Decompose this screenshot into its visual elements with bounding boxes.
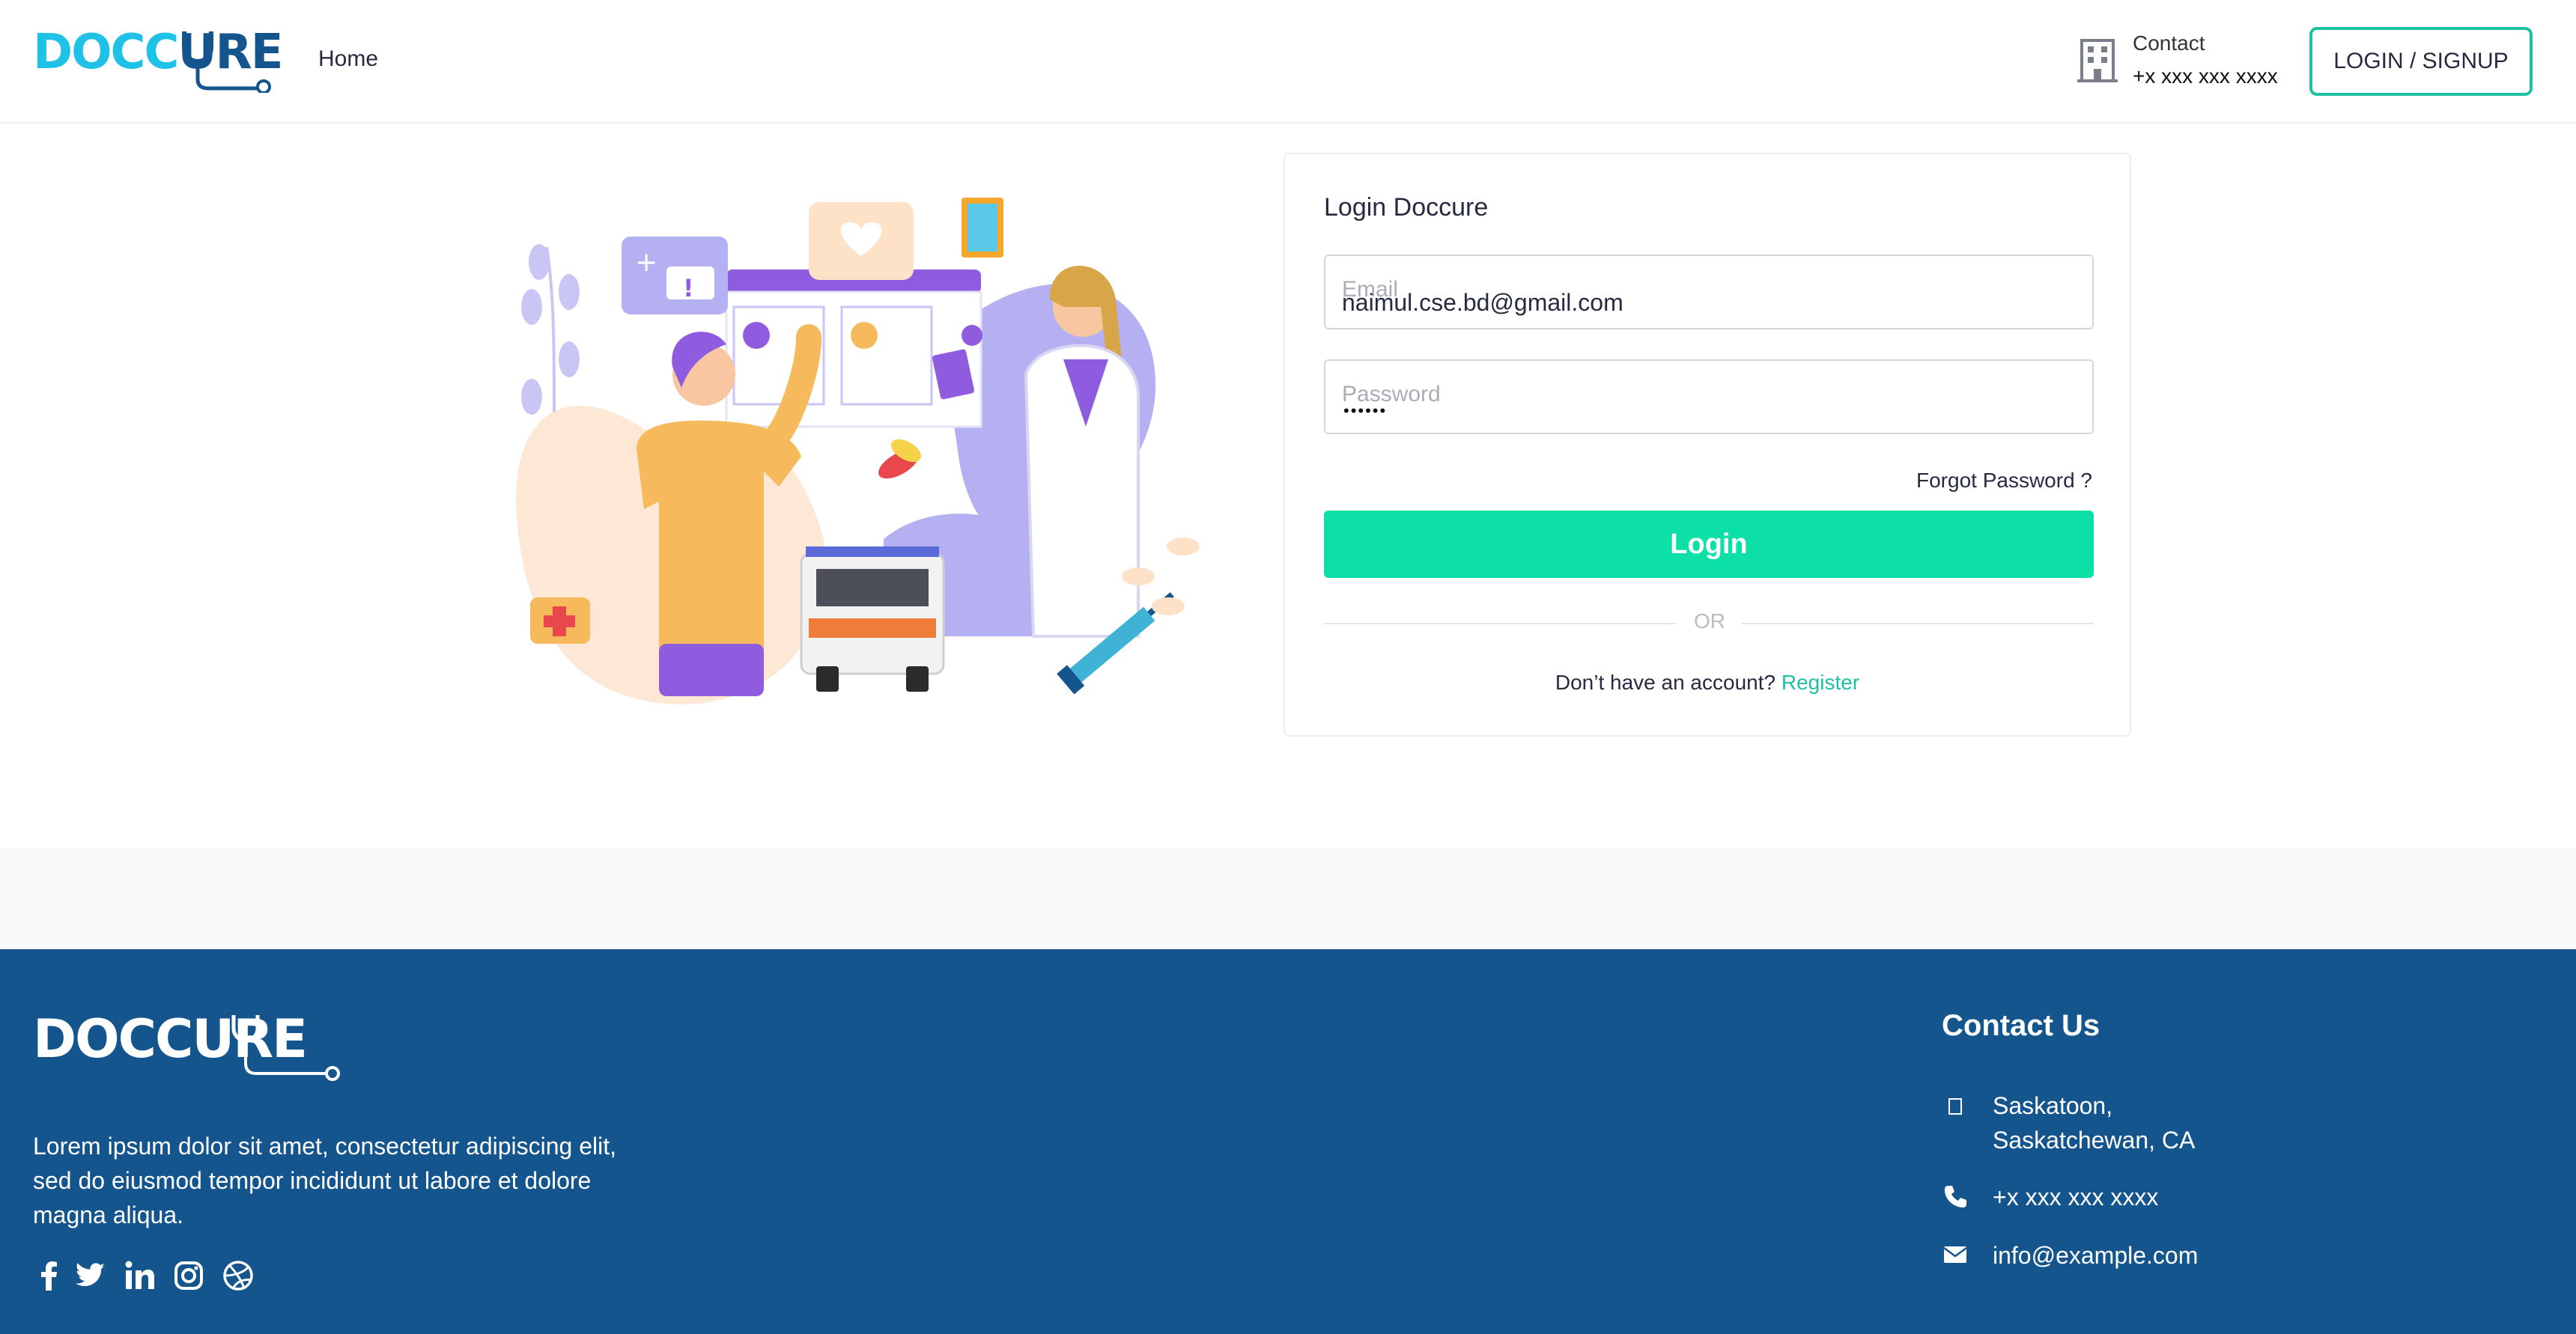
svg-text:!: ! <box>683 274 694 302</box>
svg-text:+: + <box>635 247 657 278</box>
email-value: naimul.cse.bd@gmail.com <box>1342 289 1623 316</box>
login-card: Login Doccure Email naimul.cse.bd@gmail.… <box>1284 153 2131 737</box>
dribbble-icon[interactable] <box>222 1259 255 1292</box>
footer-address: Saskatoon, Saskatchewan, CA <box>1993 1088 2195 1157</box>
site-footer: DOCCURE Lorem ipsum dolor sit amet, cons… <box>0 949 2576 1334</box>
password-field[interactable]: Password •••••• <box>1324 359 2094 434</box>
building-icon <box>2077 39 2118 82</box>
or-divider-text: OR <box>1694 609 1725 633</box>
twitter-icon[interactable] <box>73 1259 106 1292</box>
register-prompt: Don’t have an account? Register <box>1285 671 2130 695</box>
login-signup-button[interactable]: LOGIN / SIGNUP <box>2309 27 2533 96</box>
footer-email[interactable]: info@example.com <box>1993 1238 2198 1273</box>
footer-about-text: Lorem ipsum dolor sit amet, consectetur … <box>33 1133 617 1228</box>
password-masked-value: •••••• <box>1343 401 1388 420</box>
footer-address-line2: Saskatchewan, CA <box>1993 1127 2196 1154</box>
or-divider-right <box>1742 623 2094 624</box>
login-title: Login Doccure <box>1324 193 1489 222</box>
email-field[interactable]: Email naimul.cse.bd@gmail.com <box>1324 255 2094 329</box>
contact-label: Contact <box>2133 31 2205 55</box>
footer-phone: +x xxx xxx xxxx <box>1993 1184 2159 1210</box>
page-spacer <box>0 849 2576 949</box>
footer-logo[interactable]: DOCCURE <box>33 1006 347 1092</box>
instagram-icon[interactable] <box>172 1259 205 1292</box>
contact-phone: +x xxx xxx xxxx <box>2133 64 2278 88</box>
no-account-text: Don’t have an account? <box>1555 671 1776 694</box>
nav-home-link[interactable]: Home <box>318 46 378 72</box>
login-illustration: + ! <box>516 198 1200 704</box>
contact-us-heading: Contact Us <box>1942 1009 2100 1042</box>
login-button[interactable]: Login <box>1324 511 2094 578</box>
envelope-icon <box>1943 1246 1967 1263</box>
or-divider-left <box>1324 623 1676 624</box>
facebook-icon[interactable] <box>33 1259 66 1292</box>
phone-icon <box>1944 1186 1966 1207</box>
linkedin-icon[interactable] <box>123 1259 156 1292</box>
logo[interactable]: DOCCURE <box>33 28 283 93</box>
footer-address-line1: Saskatoon, <box>1993 1092 2113 1119</box>
stethoscope-icon <box>182 31 271 93</box>
footer-logo-text: DOCCURE <box>33 1008 306 1070</box>
map-marker-icon <box>1948 1098 1962 1115</box>
footer-logo-graphic: DOCCURE <box>33 1008 340 1081</box>
forgot-password-link[interactable]: Forgot Password ? <box>1916 469 2092 493</box>
site-header: DOCCURE Home Contact +x xxx xxx xxxx LOG… <box>0 0 2576 124</box>
register-link[interactable]: Register <box>1781 671 1859 694</box>
